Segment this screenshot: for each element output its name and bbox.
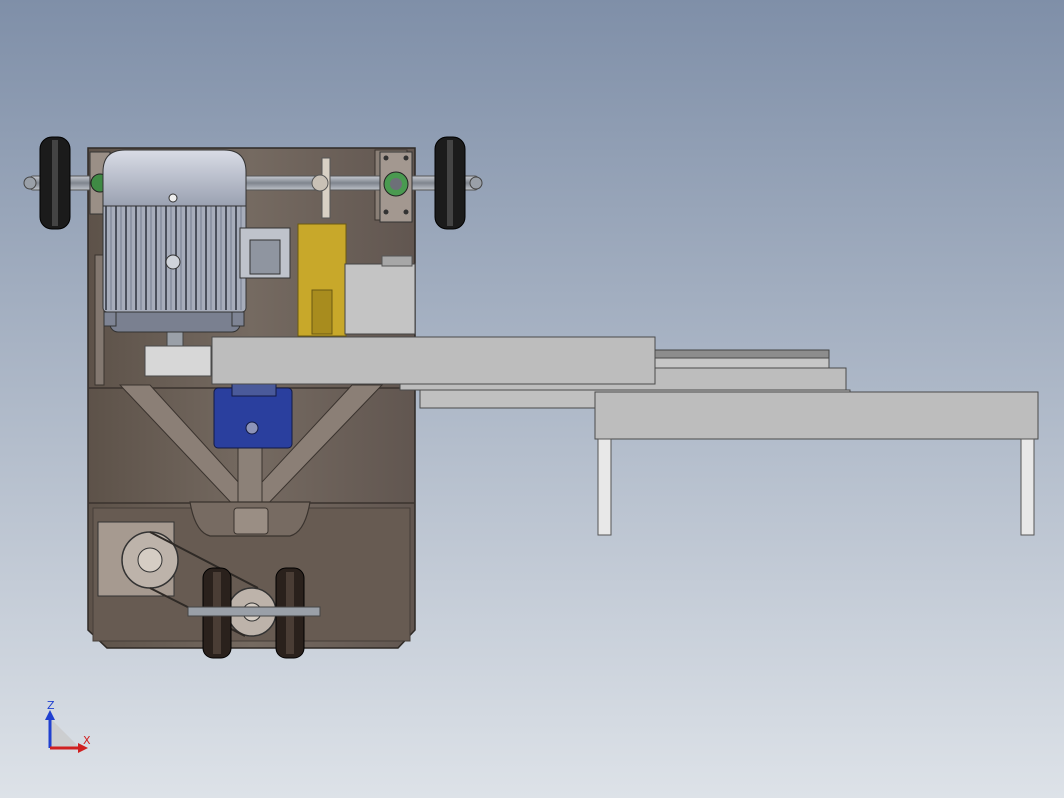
drive-sprocket-hub (137, 547, 163, 573)
coupling-flange (249, 239, 281, 275)
axis-z-label: Z (47, 699, 55, 712)
conveyor-leg-left[interactable] (597, 438, 612, 536)
motor-terminal (165, 254, 181, 270)
cad-viewport[interactable]: Z X (0, 0, 1064, 798)
machine-top-view[interactable] (0, 0, 1064, 798)
bearing-block-right[interactable] (379, 151, 413, 223)
control-box[interactable] (344, 263, 416, 335)
brace-center-post (237, 439, 263, 511)
gearbox-body (213, 387, 293, 449)
yellow-plate-slot (311, 289, 333, 335)
conveyor-table (594, 391, 1039, 440)
gearbox-output (245, 421, 259, 435)
conveyor-hopper (211, 336, 656, 385)
electric-motor[interactable] (102, 149, 247, 354)
motor-foot-left (103, 311, 117, 327)
conveyor-rail-mid (654, 357, 830, 369)
gearbox[interactable] (213, 379, 293, 449)
control-box-cap (381, 255, 413, 267)
intake-cylinder (144, 345, 212, 377)
hanger-block (233, 507, 269, 535)
axle-cap-right (469, 176, 483, 190)
axis-x-label: X (83, 734, 91, 747)
rear-wheel-right[interactable] (434, 136, 466, 230)
rear-wheel-left[interactable] (39, 136, 71, 230)
conveyor-leg-right[interactable] (1020, 438, 1035, 536)
motor-eyebolt (168, 193, 178, 203)
conveyor-rail-upper (654, 349, 830, 359)
front-caster-axle (187, 606, 321, 617)
motor-foot-right (231, 311, 245, 327)
axle-cap-left (23, 176, 37, 190)
